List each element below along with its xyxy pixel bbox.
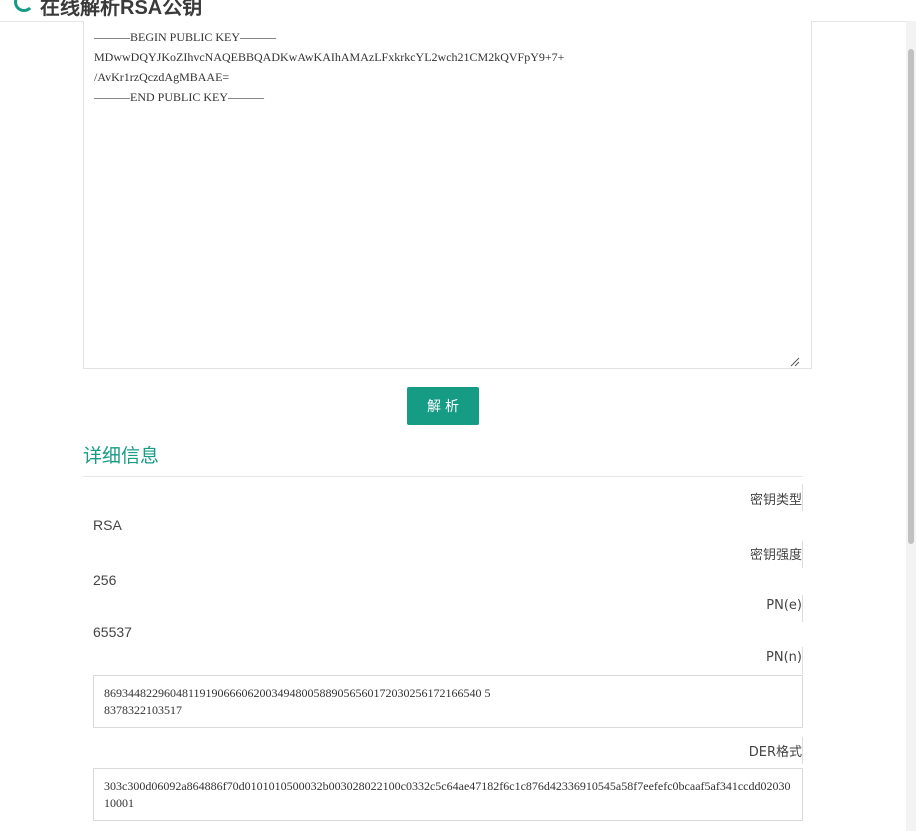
parse-button[interactable]: 解析 [407, 387, 479, 425]
label-divider [802, 541, 803, 568]
key-type-label: 密钥类型 [749, 493, 802, 508]
label-divider [802, 595, 803, 622]
pn-e-value: 65537 [93, 624, 132, 640]
key-strength-label: 密钥强度 [749, 548, 802, 563]
label-divider [802, 647, 803, 674]
public-key-input[interactable]: ———BEGIN PUBLIC KEY——— MDwwDQYJKoZIhvcNA… [83, 21, 812, 369]
key-type-value: RSA [93, 517, 122, 533]
der-format-value[interactable]: 303c300d06092a864886f70d0101010500032b00… [93, 768, 803, 821]
label-divider [802, 737, 803, 764]
pn-n-value[interactable]: 8693448229604811919066606200349480058890… [93, 675, 803, 728]
section-divider [83, 476, 803, 477]
site-logo-icon[interactable] [14, 0, 34, 12]
der-format-label: DER格式 [748, 745, 802, 760]
page-header-title: 在线解析RSA公钥 [40, 0, 203, 19]
label-divider [802, 484, 803, 511]
top-navigation-bar: 在线解析RSA公钥 [0, 0, 916, 22]
key-strength-value: 256 [93, 572, 117, 588]
vertical-scrollbar[interactable] [906, 21, 916, 831]
pn-e-label: PN(e) [766, 598, 802, 613]
details-section-title: 详细信息 [83, 445, 160, 467]
resize-handle-icon[interactable] [789, 356, 800, 367]
pn-n-label: PN(n) [766, 650, 802, 665]
scrollbar-thumb[interactable] [908, 49, 914, 544]
